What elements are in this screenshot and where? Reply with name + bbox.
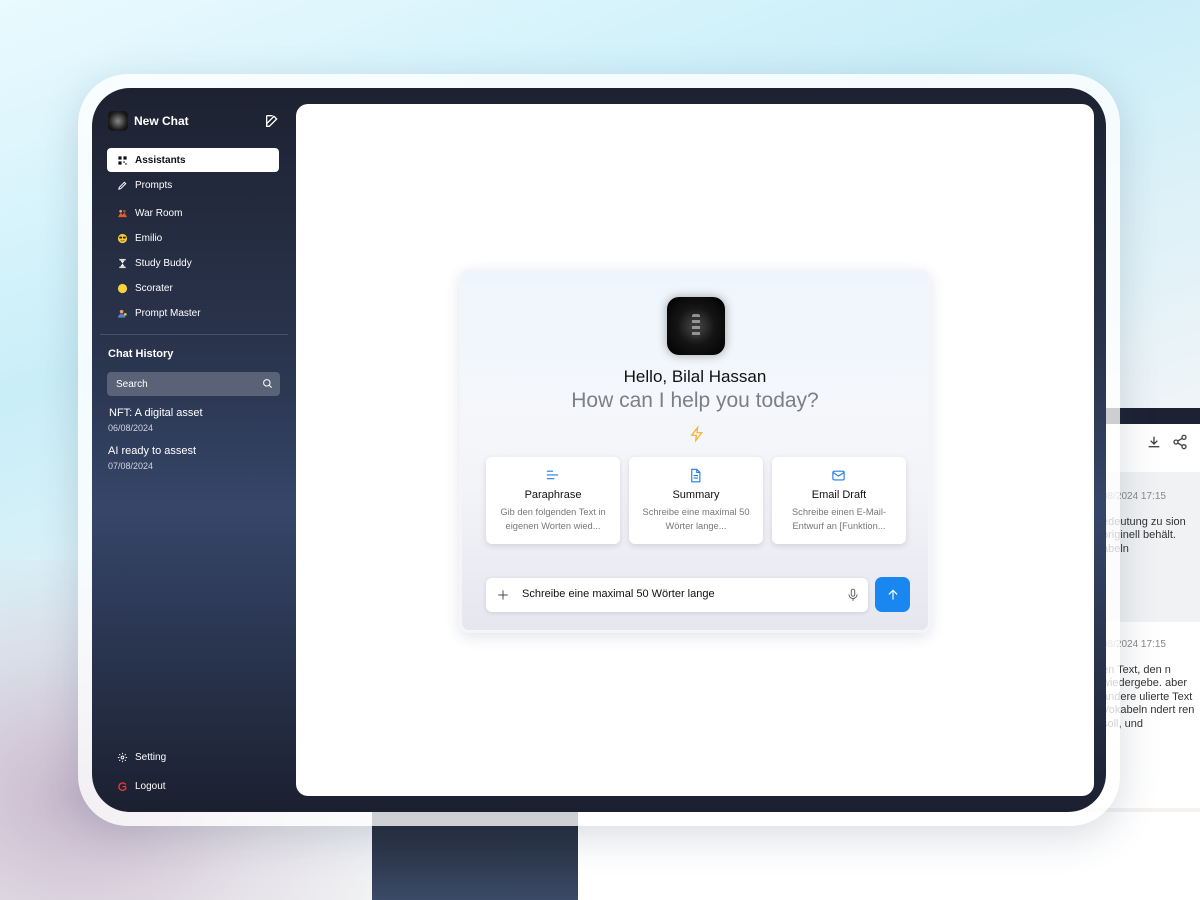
sidebar-item-prompt-master[interactable]: Prompt Master bbox=[107, 301, 279, 325]
document-icon bbox=[688, 468, 703, 483]
prompt-card-subtitle: Gib den folgenden Text in eigenen Worten… bbox=[500, 507, 606, 531]
greeting: Hello, Bilal Hassan bbox=[623, 367, 767, 386]
download-icon[interactable] bbox=[1146, 434, 1162, 455]
app-logo-icon bbox=[108, 111, 128, 131]
tablet-frame: New Chat Assistants Prompts War Room Emi… bbox=[78, 74, 1120, 826]
message-input[interactable]: Schreibe eine maximal 50 Wörter lange bbox=[486, 578, 868, 612]
prompt-card-subtitle: Schreibe einen E-Mail-Entwurf an [Funkti… bbox=[791, 507, 887, 531]
person-icon bbox=[116, 307, 128, 319]
sunglasses-emoji-icon bbox=[116, 232, 128, 244]
sidebar-item-label: Emilio bbox=[135, 232, 163, 244]
main-panel: Hello, Bilal Hassan How can I help you t… bbox=[296, 104, 1094, 796]
sidebar-item-label: Study Buddy bbox=[135, 257, 192, 269]
help-subtitle: How can I help you today? bbox=[571, 389, 819, 412]
sidebar-item-study-buddy[interactable]: Study Buddy bbox=[107, 251, 279, 275]
grid-icon bbox=[116, 154, 128, 166]
history-item[interactable]: AI ready to assest 07/08/2024 bbox=[108, 445, 278, 471]
search-placeholder: Search bbox=[116, 378, 148, 390]
new-chat-label[interactable]: New Chat bbox=[134, 114, 189, 128]
prompt-card-summary[interactable]: Summary Schreibe eine maximal 50 Wörter … bbox=[629, 457, 763, 544]
sidebar-divider bbox=[100, 334, 288, 335]
sidebar-header: New Chat bbox=[108, 110, 280, 132]
prompt-card-subtitle: Schreibe eine maximal 50 Wörter lange... bbox=[642, 507, 750, 531]
sidebar-footer: Setting Logout bbox=[107, 743, 279, 801]
mail-icon bbox=[831, 468, 846, 483]
people-icon bbox=[116, 207, 128, 219]
pencil-icon bbox=[116, 179, 128, 191]
send-button[interactable] bbox=[875, 577, 910, 612]
welcome-card: Hello, Bilal Hassan How can I help you t… bbox=[459, 269, 931, 633]
arrow-up-icon bbox=[888, 589, 897, 600]
sidebar-item-label: Prompts bbox=[135, 179, 173, 191]
microphone-icon[interactable] bbox=[846, 587, 860, 603]
history-search-input[interactable]: Search bbox=[107, 372, 280, 396]
sidebar-item-war-room[interactable]: War Room bbox=[107, 201, 279, 225]
hourglass-icon bbox=[116, 257, 128, 269]
lines-icon bbox=[545, 468, 560, 483]
app-window: New Chat Assistants Prompts War Room Emi… bbox=[92, 88, 1106, 812]
history-item[interactable]: NFT: A digital asset 06/08/2024 bbox=[108, 407, 278, 433]
prompt-card-title: Email Draft bbox=[811, 489, 867, 501]
new-chat-edit-icon[interactable] bbox=[264, 113, 280, 129]
setting-label: Setting bbox=[135, 751, 167, 763]
history-item-title: NFT: A digital asset bbox=[109, 407, 203, 419]
gear-icon bbox=[116, 751, 128, 763]
sidebar-item-assistants[interactable]: Assistants bbox=[107, 148, 279, 172]
sidebar-item-label: Prompt Master bbox=[135, 307, 201, 319]
sidebar-item-prompts[interactable]: Prompts bbox=[107, 173, 279, 197]
setting-button[interactable]: Setting bbox=[107, 743, 279, 771]
yellow-circle-icon bbox=[116, 282, 128, 294]
sidebar-item-label: Scorater bbox=[135, 282, 173, 294]
prompt-card-title: Summary bbox=[672, 489, 720, 501]
assistant-logo-icon bbox=[667, 297, 725, 355]
lightning-icon bbox=[689, 425, 705, 443]
plus-icon[interactable] bbox=[496, 588, 510, 602]
google-logout-icon bbox=[116, 780, 128, 792]
history-item-date: 06/08/2024 bbox=[108, 423, 154, 433]
sidebar-item-label: War Room bbox=[135, 207, 183, 219]
sidebar-item-label: Assistants bbox=[135, 154, 186, 166]
background-window-tools bbox=[1146, 434, 1188, 455]
sidebar-item-scorater[interactable]: Scorater bbox=[107, 276, 279, 300]
history-item-date: 07/08/2024 bbox=[108, 461, 154, 471]
prompt-card-title: Paraphrase bbox=[524, 489, 582, 501]
sidebar: New Chat Assistants Prompts War Room Emi… bbox=[92, 88, 296, 812]
message-input-value: Schreibe eine maximal 50 Wörter lange bbox=[522, 588, 715, 600]
sidebar-item-emilio[interactable]: Emilio bbox=[107, 226, 279, 250]
logout-label: Logout bbox=[135, 780, 166, 792]
logout-button[interactable]: Logout bbox=[107, 772, 279, 800]
history-item-title: AI ready to assest bbox=[108, 445, 197, 457]
sidebar-nav: Assistants Prompts War Room Emilio Study… bbox=[107, 148, 279, 326]
search-icon[interactable] bbox=[262, 378, 273, 389]
share-icon[interactable] bbox=[1172, 434, 1188, 455]
prompt-card-paraphrase[interactable]: Paraphrase Gib den folgenden Text in eig… bbox=[486, 457, 620, 544]
prompt-card-email-draft[interactable]: Email Draft Schreibe einen E-Mail-Entwur… bbox=[772, 457, 906, 544]
chat-history-title: Chat History bbox=[108, 348, 174, 360]
